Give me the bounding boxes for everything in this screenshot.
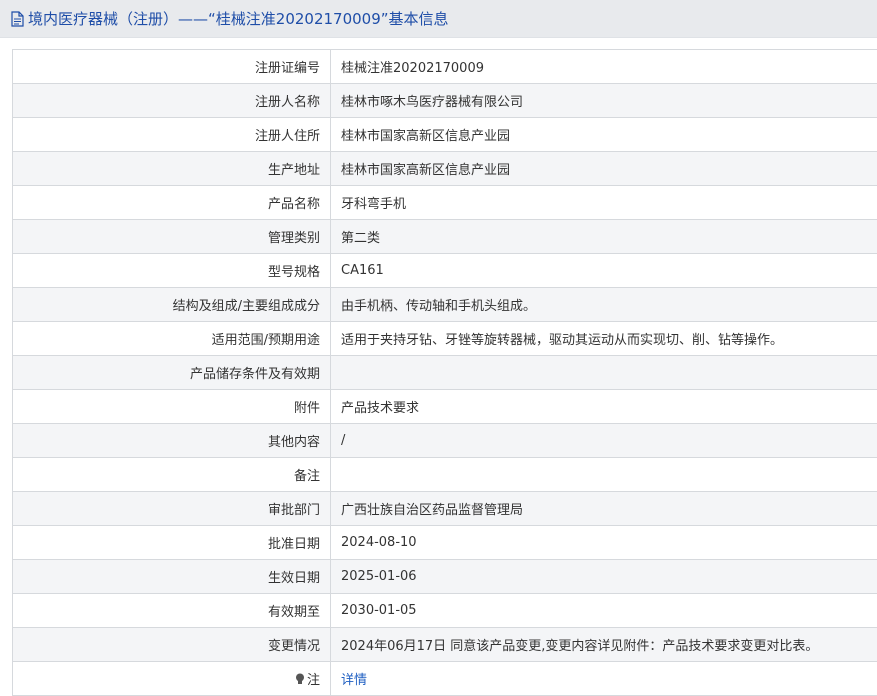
note-value-cell: 详情 xyxy=(331,662,877,696)
table-row: 注册人住所桂林市国家高新区信息产业园 xyxy=(13,118,877,152)
table-row: 产品名称牙科弯手机 xyxy=(13,186,877,220)
table-row: 注册证编号桂械注准20202170009 xyxy=(13,50,877,84)
field-value xyxy=(331,356,877,390)
field-value xyxy=(331,458,877,492)
table-row: 管理类别第二类 xyxy=(13,220,877,254)
table-row: 审批部门广西壮族自治区药品监督管理局 xyxy=(13,492,877,526)
field-value: 适用于夹持牙钻、牙锉等旋转器械，驱动其运动从而实现切、削、钻等操作。 xyxy=(331,322,877,356)
field-value: 桂械注准20202170009 xyxy=(331,50,877,84)
field-label: 适用范围/预期用途 xyxy=(13,322,331,356)
field-value: 广西壮族自治区药品监督管理局 xyxy=(331,492,877,526)
lightbulb-icon xyxy=(295,673,305,685)
table-row: 附件产品技术要求 xyxy=(13,390,877,424)
field-value: 第二类 xyxy=(331,220,877,254)
field-label: 备注 xyxy=(13,458,331,492)
field-label: 注册证编号 xyxy=(13,50,331,84)
field-value: 由手机柄、传动轴和手机头组成。 xyxy=(331,288,877,322)
table-row: 变更情况2024年06月17日 同意该产品变更,变更内容详见附件：产品技术要求变… xyxy=(13,628,877,662)
field-label: 注册人住所 xyxy=(13,118,331,152)
field-label: 批准日期 xyxy=(13,526,331,560)
field-value: 产品技术要求 xyxy=(331,390,877,424)
table-row: 有效期至2030-01-05 xyxy=(13,594,877,628)
info-table: 注册证编号桂械注准20202170009注册人名称桂林市啄木鸟医疗器械有限公司注… xyxy=(12,49,877,696)
field-value: 桂林市国家高新区信息产业园 xyxy=(331,118,877,152)
field-label: 生产地址 xyxy=(13,152,331,186)
field-label: 产品名称 xyxy=(13,186,331,220)
field-value: 牙科弯手机 xyxy=(331,186,877,220)
table-row: 生产地址桂林市国家高新区信息产业园 xyxy=(13,152,877,186)
page-title: 境内医疗器械（注册）——“桂械注准20202170009”基本信息 xyxy=(28,8,449,29)
field-label: 有效期至 xyxy=(13,594,331,628)
field-label: 管理类别 xyxy=(13,220,331,254)
table-row: 其他内容/ xyxy=(13,424,877,458)
field-value: 2024-08-10 xyxy=(331,526,877,560)
table-row: 型号规格CA161 xyxy=(13,254,877,288)
table-row: 产品储存条件及有效期 xyxy=(13,356,877,390)
table-row: 注册人名称桂林市啄木鸟医疗器械有限公司 xyxy=(13,84,877,118)
field-value: 桂林市国家高新区信息产业园 xyxy=(331,152,877,186)
field-value: / xyxy=(331,424,877,458)
table-row: 适用范围/预期用途适用于夹持牙钻、牙锉等旋转器械，驱动其运动从而实现切、削、钻等… xyxy=(13,322,877,356)
field-value: 2030-01-05 xyxy=(331,594,877,628)
field-value: 2025-01-06 xyxy=(331,560,877,594)
field-label: 型号规格 xyxy=(13,254,331,288)
table-row: 生效日期2025-01-06 xyxy=(13,560,877,594)
table-row: 备注 xyxy=(13,458,877,492)
field-label: 结构及组成/主要组成成分 xyxy=(13,288,331,322)
table-row-note: 注 详情 xyxy=(13,662,877,696)
field-label: 变更情况 xyxy=(13,628,331,662)
document-icon xyxy=(10,11,25,27)
field-label: 附件 xyxy=(13,390,331,424)
field-label: 生效日期 xyxy=(13,560,331,594)
field-label: 注册人名称 xyxy=(13,84,331,118)
field-label: 其他内容 xyxy=(13,424,331,458)
page-title-bar: 境内医疗器械（注册）——“桂械注准20202170009”基本信息 xyxy=(0,0,877,38)
table-row: 结构及组成/主要组成成分由手机柄、传动轴和手机头组成。 xyxy=(13,288,877,322)
field-value: 2024年06月17日 同意该产品变更,变更内容详见附件：产品技术要求变更对比表… xyxy=(331,628,877,662)
note-label-cell: 注 xyxy=(13,662,331,696)
field-label: 产品储存条件及有效期 xyxy=(13,356,331,390)
field-value: CA161 xyxy=(331,254,877,288)
field-label: 审批部门 xyxy=(13,492,331,526)
field-value: 桂林市啄木鸟医疗器械有限公司 xyxy=(331,84,877,118)
table-row: 批准日期2024-08-10 xyxy=(13,526,877,560)
